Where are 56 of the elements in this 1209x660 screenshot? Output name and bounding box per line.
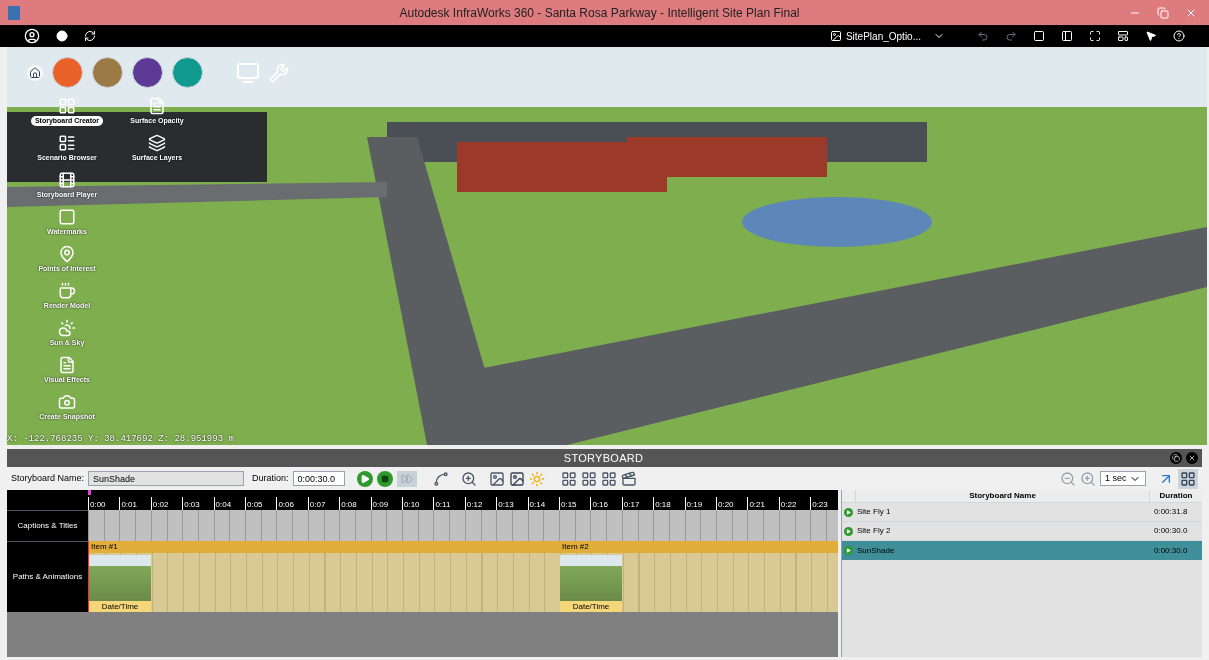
storyboard-duration: 0:00:31.8 [1153, 506, 1189, 518]
grid-add-icon[interactable] [580, 470, 597, 487]
camera-icon [58, 393, 76, 411]
item-header[interactable]: Item #1 [89, 541, 560, 553]
storyboard-row[interactable]: SunShade 0:00:30.0 [842, 541, 1202, 560]
clapper-icon[interactable] [620, 470, 637, 487]
stop-icon[interactable] [376, 470, 393, 487]
pin-icon [58, 245, 76, 263]
help-icon[interactable] [1173, 30, 1185, 42]
redo-icon[interactable] [1005, 30, 1017, 42]
panel-title: STORYBOARD [562, 450, 645, 466]
app-logo-icon [8, 5, 20, 20]
track-label: Captions & Titles [7, 510, 88, 541]
path-icon[interactable] [432, 470, 449, 487]
dot-icon[interactable] [56, 30, 68, 42]
grid-toggle-icon[interactable] [1178, 468, 1198, 489]
storyboard-name: Site Fly 2 [857, 525, 892, 537]
track-label: Paths & Animations [7, 541, 88, 612]
item-header[interactable]: Item #2 [560, 541, 838, 553]
sun-cloud-icon [58, 319, 76, 337]
storyboard-duration: 0:00:30.0 [1153, 525, 1189, 537]
window-title: Autodesk InfraWorks 360 - Santa Rosa Parkway - Intelligent Site Plan Final [398, 4, 801, 22]
storyboard-duration: 0:00:30.0 [1153, 544, 1189, 557]
panel-icon[interactable] [1061, 30, 1073, 42]
keyframe-caption: Date/Time [560, 601, 622, 612]
pointer-icon[interactable] [1145, 30, 1157, 42]
duration-field[interactable]: 0:00:30.0 [292, 471, 345, 486]
duration-label: Duration: [252, 471, 289, 485]
storyboard-name: SunShade [857, 544, 896, 557]
float-icon[interactable] [1170, 452, 1182, 464]
close-icon[interactable] [1186, 452, 1198, 464]
keyframe-caption: Date/Time [89, 601, 151, 612]
scene-thumbnail[interactable] [560, 555, 622, 601]
zoom-add-icon[interactable] [460, 470, 477, 487]
interval-dropdown[interactable]: 1 sec [1100, 471, 1146, 486]
play-icon[interactable] [356, 470, 373, 487]
name-field[interactable]: SunShade [88, 471, 245, 486]
undo-icon[interactable] [977, 30, 989, 42]
play-icon[interactable] [844, 546, 853, 555]
layers-icon [148, 134, 166, 152]
storyboard-row[interactable]: Site Fly 1 0:00:31.8 [842, 503, 1202, 522]
user-icon[interactable] [24, 28, 40, 44]
play-icon[interactable] [844, 507, 853, 517]
column-header[interactable]: Duration [1150, 490, 1202, 502]
playhead-marker[interactable] [88, 490, 91, 495]
play-icon[interactable] [844, 526, 853, 536]
sync-icon[interactable] [84, 30, 96, 42]
name-label: Storyboard Name: [11, 471, 85, 485]
coordinates-readout: X: -122.768235 Y: 38.417692 Z: 28.951993 m [7, 434, 234, 444]
square-icon[interactable] [1033, 30, 1045, 42]
fullscreen-icon[interactable] [1089, 30, 1101, 42]
column-header[interactable]: Storyboard Name [856, 490, 1150, 502]
storyboard-name: Site Fly 1 [857, 506, 892, 518]
layout-icon[interactable] [1117, 30, 1129, 42]
proposal-dropdown[interactable]: SitePlan_Optio... [829, 28, 945, 44]
scene-thumbnail[interactable] [89, 555, 151, 601]
